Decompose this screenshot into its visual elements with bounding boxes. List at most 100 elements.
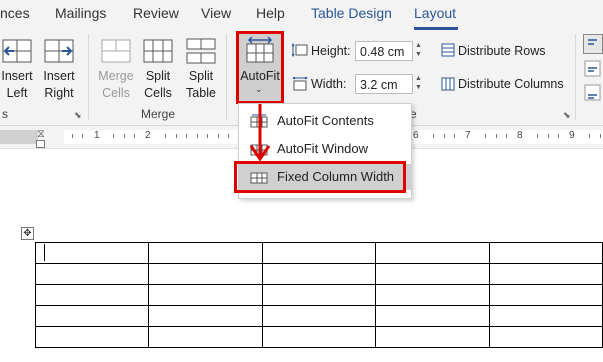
- table-cell[interactable]: [488, 263, 603, 285]
- row-height-icon: [291, 42, 308, 58]
- menu-item-label: AutoFit Contents: [277, 113, 374, 128]
- ruler-tick: [124, 134, 125, 138]
- dialog-launcher-icon[interactable]: ⬊: [563, 110, 571, 121]
- table-row: [34, 263, 603, 285]
- ruler-tick: [176, 134, 177, 138]
- table-cell[interactable]: [261, 242, 377, 264]
- distribute-rows-icon: [441, 43, 455, 57]
- split-cells-button[interactable]: Split Cells: [141, 68, 175, 102]
- table-cell[interactable]: [488, 284, 603, 306]
- table-move-handle-icon[interactable]: ✥: [21, 227, 34, 240]
- autofit-highlight-box: [236, 31, 284, 104]
- table-cell[interactable]: [375, 284, 490, 306]
- ruler-tick: [444, 134, 445, 138]
- align-bottom-left-icon[interactable]: [584, 84, 602, 102]
- width-input[interactable]: 3.2 cm: [355, 74, 413, 94]
- height-spinner-down-icon[interactable]: ▼: [415, 51, 422, 59]
- document-table[interactable]: [34, 242, 603, 348]
- split-cells-icon[interactable]: [143, 36, 173, 66]
- left-indent-marker-icon[interactable]: [36, 140, 45, 148]
- height-spinner-up-icon[interactable]: ▲: [415, 42, 422, 50]
- table-row: [34, 305, 603, 327]
- tab-review[interactable]: Review: [133, 5, 179, 21]
- ruler-margin: [0, 130, 38, 144]
- ruler-tick: [600, 134, 601, 138]
- table-cell[interactable]: [375, 263, 490, 285]
- table-cell[interactable]: [261, 263, 377, 285]
- split-table-button[interactable]: Split Table: [182, 68, 220, 102]
- ruler-number: 8: [517, 130, 523, 141]
- table-cell[interactable]: [34, 305, 150, 327]
- height-input[interactable]: 0.48 cm: [355, 41, 413, 61]
- ruler-number: 2: [145, 130, 151, 141]
- table-cell[interactable]: [34, 326, 150, 348]
- table-cell[interactable]: [488, 326, 603, 348]
- ruler-tick: [454, 134, 455, 138]
- tab-table-design[interactable]: Table Design: [311, 5, 392, 21]
- dialog-launcher-icon[interactable]: ⬊: [74, 110, 82, 121]
- tab-layout[interactable]: Layout: [414, 5, 456, 21]
- column-width-icon: [291, 76, 309, 91]
- ruler-tick: [537, 134, 538, 138]
- group-label-merge: Merge: [141, 107, 176, 121]
- ruler-tick: [506, 134, 507, 138]
- table-cell[interactable]: [488, 305, 603, 327]
- group-separator: [575, 34, 576, 120]
- group-separator: [88, 34, 89, 120]
- width-spinner-up-icon[interactable]: ▲: [415, 75, 422, 83]
- table-cell[interactable]: [261, 284, 377, 306]
- width-label: Width:: [311, 77, 347, 91]
- insert-left-icon[interactable]: [2, 36, 32, 66]
- table-cell[interactable]: [375, 242, 490, 264]
- ruler-tick: [134, 134, 135, 138]
- table-row: [34, 284, 603, 306]
- table-cell[interactable]: [375, 326, 490, 348]
- ruler-tick: [197, 134, 198, 138]
- table-cell[interactable]: [148, 242, 263, 264]
- merge-cells-button[interactable]: Merge Cells: [97, 68, 135, 102]
- ruler-tick: [186, 134, 187, 138]
- fixed-column-width-highlight-box: [234, 161, 406, 193]
- menu-item-label: AutoFit Window: [277, 141, 369, 156]
- ruler-tick: [589, 134, 590, 138]
- width-spinner-down-icon[interactable]: ▼: [415, 84, 422, 92]
- table-cell[interactable]: [261, 326, 377, 348]
- distribute-rows-button[interactable]: Distribute Rows: [458, 44, 546, 58]
- table-cell[interactable]: [375, 305, 490, 327]
- ruler-tick: [485, 134, 486, 138]
- tab-view[interactable]: View: [201, 5, 231, 21]
- tab-mailings[interactable]: Mailings: [55, 5, 106, 21]
- ruler-tick: [72, 134, 73, 138]
- distribute-columns-button[interactable]: Distribute Columns: [458, 77, 564, 91]
- ruler-number: 1: [94, 130, 100, 141]
- tab-help[interactable]: Help: [256, 5, 285, 21]
- table-cell[interactable]: [148, 284, 263, 306]
- align-center-left-icon[interactable]: [584, 60, 602, 78]
- ruler-tick: [113, 134, 114, 138]
- table-cell[interactable]: [488, 242, 603, 264]
- insert-right-button[interactable]: Insert Right: [38, 68, 80, 102]
- table-cell[interactable]: [261, 305, 377, 327]
- ruler-tick: [82, 134, 83, 138]
- table-cell[interactable]: [148, 263, 263, 285]
- table-cell[interactable]: [148, 326, 263, 348]
- align-top-left-icon[interactable]: [583, 34, 603, 54]
- table-cell[interactable]: [34, 263, 150, 285]
- distribute-columns-icon: [441, 77, 455, 91]
- table-cell[interactable]: [34, 284, 150, 306]
- ruler-tick: [228, 134, 229, 138]
- table-cell[interactable]: [148, 305, 263, 327]
- tab-references[interactable]: nces: [0, 5, 30, 21]
- group-separator: [226, 34, 227, 120]
- ribbon-tab-bar: nces Mailings Review View Help Table Des…: [0, 0, 603, 30]
- insert-right-icon[interactable]: [44, 36, 74, 66]
- ruler-tick: [218, 134, 219, 138]
- group-label-rows-columns: s: [2, 107, 8, 121]
- table-cell[interactable]: [34, 242, 150, 264]
- split-table-icon[interactable]: [186, 36, 216, 66]
- insert-left-button[interactable]: Insert Left: [0, 68, 34, 102]
- ruler-number: 7: [465, 130, 471, 141]
- text-cursor: [44, 244, 45, 261]
- ruler-tick: [548, 134, 549, 138]
- ruler-tick: [165, 134, 166, 138]
